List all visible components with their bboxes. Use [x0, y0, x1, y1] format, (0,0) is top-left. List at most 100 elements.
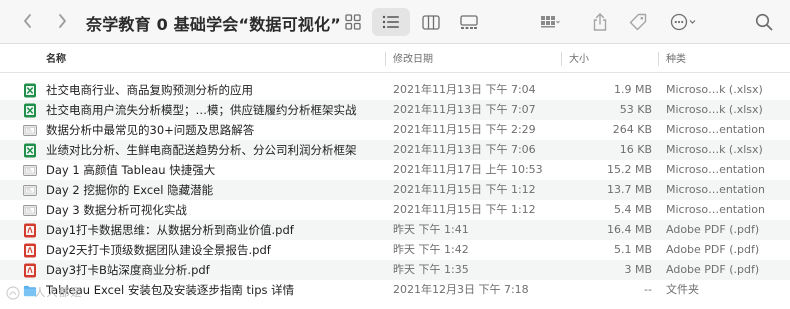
file-date: 昨天 下午 1:42	[393, 243, 469, 256]
tags-button[interactable]	[624, 8, 652, 36]
file-row[interactable]: 数据分析中最常见的30+问题及思路解答 2021年11月15日 下午 2:29 26…	[0, 120, 790, 140]
file-size: 3 MB	[624, 263, 652, 276]
file-date: 2021年11月15日 下午 1:12	[393, 183, 536, 196]
search-button[interactable]	[752, 8, 776, 36]
group-by-button[interactable]	[532, 8, 568, 36]
file-size: 16.4 MB	[606, 223, 652, 236]
forward-button[interactable]	[51, 10, 73, 32]
gallery-view-button[interactable]	[450, 8, 488, 36]
file-row[interactable]: Day 1 高颜值 Tableau 快捷强大 2021年11月17日 上午 10:…	[0, 160, 790, 180]
file-kind: Microso…k (.xlsx)	[666, 103, 763, 116]
file-row[interactable]: 社交电商行业、商品复购预测分析的应用 2021年11月13日 下午 7:04 1.9…	[0, 80, 790, 100]
file-name: Day1打卡数据思维：从数据分析到商业价值.pdf	[46, 223, 294, 237]
file-size: --	[644, 283, 652, 296]
file-name: 社交电商行业、商品复购预测分析的应用	[46, 83, 253, 97]
ellipsis-circle-icon	[670, 13, 696, 31]
file-row[interactable]: Day1打卡数据思维：从数据分析到商业价值.pdf 昨天 下午 1:41 16.4 …	[0, 220, 790, 240]
file-kind: Microso…entation	[666, 183, 765, 196]
file-row[interactable]: Day 2 挖掘你的 Excel 隐藏潜能 2021年11月15日 下午 1:12…	[0, 180, 790, 200]
file-size: 15.2 MB	[606, 163, 652, 176]
list-view-button[interactable]	[372, 8, 410, 36]
chevron-left-icon	[24, 14, 31, 28]
share-icon	[593, 13, 607, 31]
file-row[interactable]: 业绩对比分析、生鲜电商配送趋势分析、分公司利润分析框架 2021年11月13日 下…	[0, 140, 790, 160]
presentation-file-icon	[23, 205, 37, 216]
file-name: 社交电商用户流失分析模型；…模；供应链履约分析框架实战	[46, 103, 357, 117]
pdf-file-icon	[24, 263, 36, 278]
file-date: 2021年11月13日 下午 7:04	[393, 83, 536, 96]
file-name: Day2天打卡顶级数据团队建设全景报告.pdf	[46, 243, 271, 257]
file-row[interactable]: Tableau Excel 安装包及安装逐步指南 tips 详情 2021年12月…	[0, 280, 790, 300]
file-row[interactable]: Day3打卡B站深度商业分析.pdf 昨天 下午 1:35 3 MB Adobe PD…	[0, 260, 790, 280]
file-size: 5.1 MB	[613, 243, 652, 256]
file-date: 2021年11月17日 上午 10:53	[393, 163, 543, 176]
file-date: 2021年11月13日 下午 7:07	[393, 103, 536, 116]
finder-toolbar: 奈学教育 0 基础学会“数据可视化”	[0, 0, 790, 44]
file-size: 53 KB	[619, 103, 652, 116]
column-header-name[interactable]: 名称	[46, 44, 66, 73]
file-size: 13.7 MB	[606, 183, 652, 196]
action-menu-button[interactable]	[666, 8, 702, 36]
column-header: 名称 修改日期 大小 种类	[0, 44, 790, 73]
file-name: 数据分析中最常见的30+问题及思路解答	[46, 123, 255, 137]
column-divider[interactable]	[561, 52, 562, 66]
file-kind: 文件夹	[666, 283, 699, 296]
file-row[interactable]: Day 3 数据分析可视化实战 2021年11月15日 下午 1:12 5.4 MB…	[0, 200, 790, 220]
presentation-file-icon	[23, 185, 37, 196]
column-header-kind[interactable]: 种类	[666, 44, 686, 73]
file-list: 社交电商行业、商品复购预测分析的应用 2021年11月13日 下午 7:04 1.9…	[0, 80, 790, 300]
excel-file-icon	[24, 143, 36, 158]
file-date: 昨天 下午 1:35	[393, 263, 469, 276]
grid-icon	[345, 14, 361, 30]
file-kind: Microso…entation	[666, 123, 765, 136]
file-name: 业绩对比分析、生鲜电商配送趋势分析、分公司利润分析框架	[46, 143, 357, 157]
column-divider[interactable]	[385, 52, 386, 66]
file-size: 16 KB	[619, 143, 652, 156]
group-grid-icon	[541, 16, 560, 28]
file-kind: Microso…entation	[666, 203, 765, 216]
column-header-size[interactable]: 大小	[569, 44, 589, 73]
file-name: Tableau Excel 安装包及安装逐步指南 tips 详情	[46, 283, 295, 297]
file-name: Day 2 挖掘你的 Excel 隐藏潜能	[46, 183, 214, 197]
gallery-icon	[460, 14, 478, 29]
column-divider[interactable]	[658, 52, 659, 66]
file-name: Day 1 高颜值 Tableau 快捷强大	[46, 163, 216, 177]
file-date: 2021年11月15日 下午 2:29	[393, 123, 536, 136]
presentation-file-icon	[23, 165, 37, 176]
file-name: Day 3 数据分析可视化实战	[46, 203, 187, 217]
file-size: 1.9 MB	[613, 83, 652, 96]
file-date: 2021年12月3日 下午 7:18	[393, 283, 529, 296]
file-row[interactable]: 社交电商用户流失分析模型；…模；供应链履约分析框架实战 2021年11月13日 下…	[0, 100, 790, 120]
file-date: 2021年11月15日 下午 1:12	[393, 203, 536, 216]
file-kind: Microso…k (.xlsx)	[666, 83, 763, 96]
icon-view-button[interactable]	[334, 8, 372, 36]
list-icon	[382, 15, 399, 29]
file-date: 昨天 下午 1:41	[393, 223, 469, 236]
file-name: Day3打卡B站深度商业分析.pdf	[46, 263, 210, 277]
columns-icon	[422, 14, 440, 30]
file-size: 5.4 MB	[613, 203, 652, 216]
tag-icon	[629, 13, 647, 31]
share-button[interactable]	[588, 8, 612, 36]
file-kind: Adobe PDF (.pdf)	[666, 243, 760, 256]
search-icon	[755, 13, 773, 31]
file-kind: Adobe PDF (.pdf)	[666, 223, 760, 236]
window-title: 奈学教育 0 基础学会“数据可视化”	[86, 15, 341, 34]
excel-file-icon	[24, 103, 36, 118]
column-header-date[interactable]: 修改日期	[393, 44, 433, 73]
file-kind: Microso…k (.xlsx)	[666, 143, 763, 156]
file-row[interactable]: Day2天打卡顶级数据团队建设全景报告.pdf 昨天 下午 1:42 5.1 MB A…	[0, 240, 790, 260]
watermark-logo-icon	[6, 286, 20, 300]
excel-file-icon	[24, 83, 36, 98]
chevron-right-icon	[59, 14, 66, 28]
presentation-file-icon	[23, 125, 37, 136]
pdf-file-icon	[24, 243, 36, 258]
watermark: 人人都是	[6, 284, 83, 300]
back-button[interactable]	[17, 10, 39, 32]
pdf-file-icon	[24, 223, 36, 238]
column-view-button[interactable]	[412, 8, 450, 36]
file-kind: Adobe PDF (.pdf)	[666, 263, 760, 276]
file-kind: Microso…entation	[666, 163, 765, 176]
file-date: 2021年11月13日 下午 7:06	[393, 143, 536, 156]
file-size: 264 KB	[612, 123, 652, 136]
